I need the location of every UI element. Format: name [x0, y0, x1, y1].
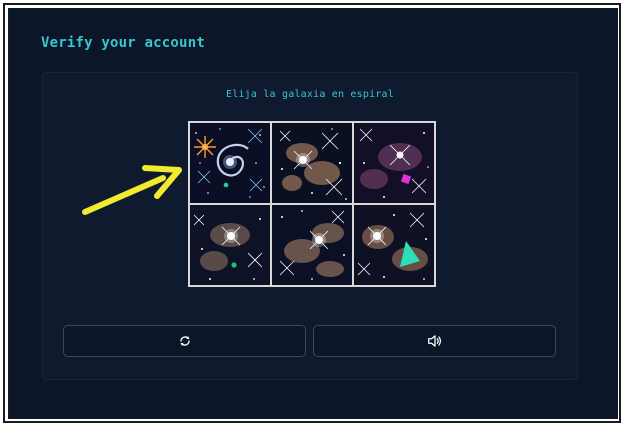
star-field-image: [190, 205, 270, 285]
verification-panel: Verify your account Elija la galaxia en …: [8, 8, 618, 419]
page-title: Verify your account: [41, 35, 205, 51]
star-field-image: [272, 205, 352, 285]
star-field-image: [272, 123, 352, 203]
audio-button[interactable]: [313, 325, 556, 357]
captcha-card: Elija la galaxia en espiral: [42, 72, 578, 380]
captcha-tile-3[interactable]: [354, 123, 434, 203]
captcha-tile-6[interactable]: [354, 205, 434, 285]
captcha-tile-5[interactable]: [272, 205, 352, 285]
captcha-instruction: Elija la galaxia en espiral: [226, 89, 394, 100]
captcha-tile-4[interactable]: [190, 205, 270, 285]
pointer-arrow-annotation: [82, 165, 182, 215]
captcha-tile-1[interactable]: [190, 123, 270, 203]
refresh-icon: [179, 336, 190, 346]
spiral-galaxy-image: [190, 123, 270, 203]
refresh-button[interactable]: [63, 325, 306, 357]
captcha-tile-2[interactable]: [272, 123, 352, 203]
star-field-image: [354, 205, 434, 285]
speaker-icon: [427, 335, 441, 347]
captcha-grid: [188, 121, 436, 287]
star-field-image: [354, 123, 434, 203]
